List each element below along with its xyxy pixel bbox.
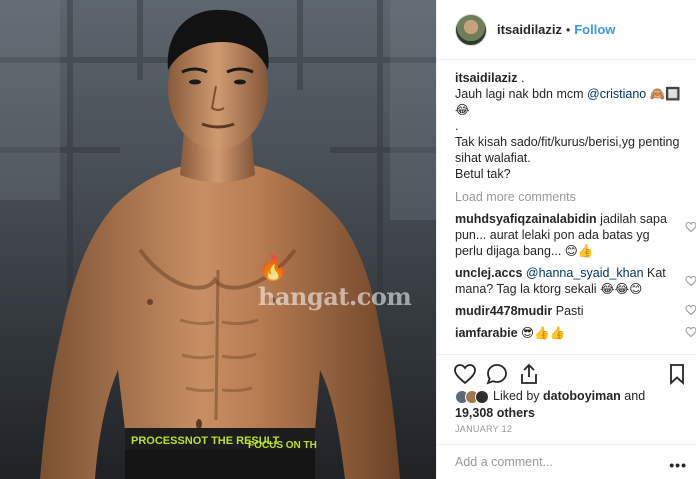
comment-username[interactable]: unclej.accs	[455, 266, 522, 280]
caption-mention[interactable]: @cristiano	[587, 87, 646, 101]
flame-icon: 🔥	[258, 253, 288, 282]
small-heart-icon[interactable]	[685, 326, 696, 338]
bookmark-icon[interactable]	[665, 362, 689, 386]
watermark: 🔥hangat.com	[258, 253, 412, 311]
post-photo[interactable]: PROCESSNOT THE RESULT FOCUS ON TH 🔥hanga…	[0, 0, 436, 479]
small-heart-icon[interactable]	[685, 275, 696, 287]
likes-count[interactable]: 19,308 others	[455, 406, 535, 420]
author-username[interactable]: itsaidilaziz	[497, 22, 562, 37]
comment-item: iamfarabie 😎👍👍	[455, 325, 696, 341]
comment-icon[interactable]	[485, 362, 509, 386]
likes-prefix: Liked by	[493, 389, 544, 403]
more-icon[interactable]: •••	[669, 457, 687, 473]
comments-section: itsaidilaziz . Jauh lagi nak bdn mcm @cr…	[455, 70, 696, 347]
comment-mention[interactable]: @hanna_syaid_khan	[526, 266, 644, 280]
photo-illustration: PROCESSNOT THE RESULT FOCUS ON TH	[0, 0, 436, 479]
waistband-text-right: FOCUS ON TH	[248, 440, 317, 451]
likes-summary: Liked by datoboyiman and 19,308 others	[455, 388, 687, 421]
small-heart-icon[interactable]	[685, 304, 696, 316]
comment-username[interactable]: mudir4478mudir	[455, 304, 552, 318]
liker-avatars[interactable]	[455, 389, 489, 405]
add-comment-bar: •••	[437, 444, 696, 479]
caption-line3: Betul tak?	[455, 167, 511, 181]
small-heart-icon[interactable]	[685, 221, 696, 233]
post-header: itsaidilaziz • Follow	[437, 0, 696, 60]
comment-text: Pasti	[555, 304, 584, 318]
caption-after-user: .	[521, 71, 525, 85]
likes-first-user[interactable]: datoboyiman	[543, 389, 621, 403]
caption-line1-text: Jauh lagi nak bdn mcm	[455, 87, 588, 101]
author-avatar[interactable]	[455, 13, 487, 46]
comment-item: mudir4478mudir Pasti	[455, 303, 696, 319]
caption-username[interactable]: itsaidilaziz	[455, 71, 518, 85]
comment-item: muhdsyafiqzainalabidin jadilah sapa pun.…	[455, 211, 696, 259]
follow-button[interactable]: Follow	[574, 22, 615, 37]
liker-avatar	[475, 390, 489, 405]
caption: itsaidilaziz . Jauh lagi nak bdn mcm @cr…	[455, 70, 685, 182]
caption-line2: Tak kisah sado/fit/kurus/berisi,yg penti…	[455, 135, 680, 165]
header-separator: •	[566, 22, 571, 37]
load-more-comments-link[interactable]: Load more comments	[455, 189, 685, 205]
comment-text: 😎👍👍	[521, 326, 566, 340]
comment-item: unclej.accs @hanna_syaid_khan Kat mana? …	[455, 265, 696, 297]
comment-username[interactable]: iamfarabie	[455, 326, 518, 340]
post-date[interactable]: JANUARY 12	[455, 424, 512, 434]
heart-icon[interactable]	[453, 362, 477, 386]
likes-middle: and	[620, 389, 646, 403]
comment-username[interactable]: muhdsyafiqzainalabidin	[455, 212, 597, 226]
caption-dot: .	[455, 119, 459, 133]
post-side-panel: itsaidilaziz • Follow itsaidilaziz . Jau…	[436, 0, 696, 479]
share-icon[interactable]	[517, 362, 541, 386]
add-comment-input[interactable]	[455, 455, 655, 469]
instagram-post: PROCESSNOT THE RESULT FOCUS ON TH 🔥hanga…	[0, 0, 696, 479]
